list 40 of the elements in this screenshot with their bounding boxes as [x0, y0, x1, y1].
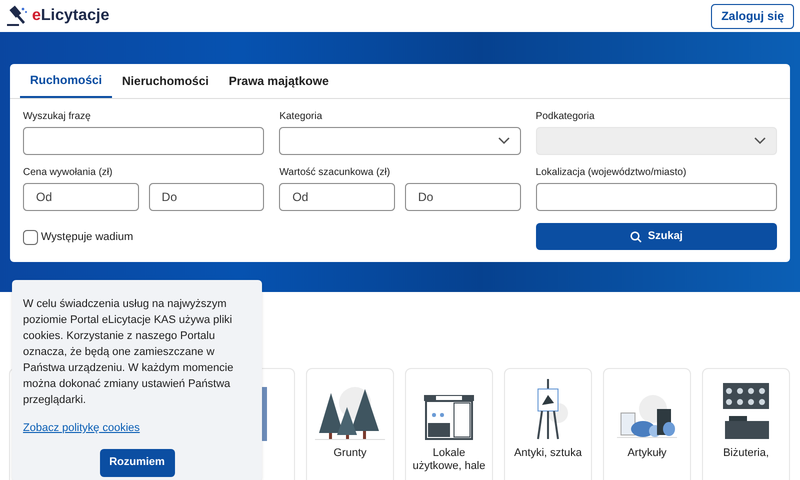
gavel-icon: [6, 5, 28, 27]
chevron-down-icon: [498, 137, 510, 145]
location-input[interactable]: [536, 183, 777, 211]
category-tab[interactable]: Ruchomości: [20, 64, 112, 98]
search-icon: [630, 230, 642, 242]
category-label: Antyki, sztuka: [513, 447, 583, 460]
cookie-text: W celu świadczenia usług na najwyższym poziomie Portal eLicytacje KAS używa pliki cookies. Korzystanie z naszego Portalu oznacza, że będą one zamieszczane w Państwa urządzeniu. W każdym momencie można dokonać zmiany ustawień Państwa przeglądarki.: [23, 297, 234, 408]
category-label: Grunty: [332, 447, 368, 460]
category-tab[interactable]: Prawa majątkowe: [218, 64, 339, 98]
category-card[interactable]: Biżuteria,: [702, 368, 790, 480]
checkbox-label: Występuje wadium: [41, 230, 134, 246]
login-button[interactable]: Zaloguj się: [711, 4, 794, 28]
field-label: Podkategoria: [536, 110, 596, 124]
trees-icon: [315, 385, 385, 441]
cookie-policy-link[interactable]: Zobacz politykę cookies: [23, 420, 251, 436]
logo-text: eLicytacje: [32, 6, 110, 26]
category-card[interactable]: Artykuły: [603, 368, 691, 480]
chevron-down-icon: [754, 137, 766, 145]
category-tab[interactable]: Nieruchomości: [112, 64, 219, 98]
category-label: Biżuteria,: [722, 447, 770, 460]
field-label: Wartość szacunkowa (zł): [279, 166, 392, 180]
value-to-input[interactable]: Do: [404, 183, 521, 211]
wadium-checkbox[interactable]: [23, 230, 38, 245]
accept-button[interactable]: Rozumiem: [100, 448, 174, 476]
category-label: Lokale użytkowe, hale: [412, 447, 486, 473]
phrase-input[interactable]: [23, 127, 264, 155]
price-to-input[interactable]: Do: [148, 183, 264, 211]
field-label: Lokalizacja (województwo/miasto): [536, 166, 688, 180]
category-card[interactable]: Lokale użytkowe, hale: [405, 368, 493, 480]
category-card[interactable]: Grunty: [306, 368, 394, 480]
category-select[interactable]: [279, 127, 521, 155]
price-from-input[interactable]: Od: [23, 183, 139, 211]
category-card[interactable]: Antyki, sztuka: [504, 368, 592, 480]
field-label: Cena wywołania (zł): [23, 166, 114, 180]
jewelry-display-icon: [721, 383, 771, 441]
value-from-input[interactable]: Od: [279, 183, 395, 211]
field-label: Wyszukaj frazę: [23, 110, 92, 124]
field-label: Kategoria: [279, 110, 324, 124]
search-button[interactable]: Szukaj: [536, 223, 777, 250]
category-label: Artykuły: [626, 447, 668, 460]
